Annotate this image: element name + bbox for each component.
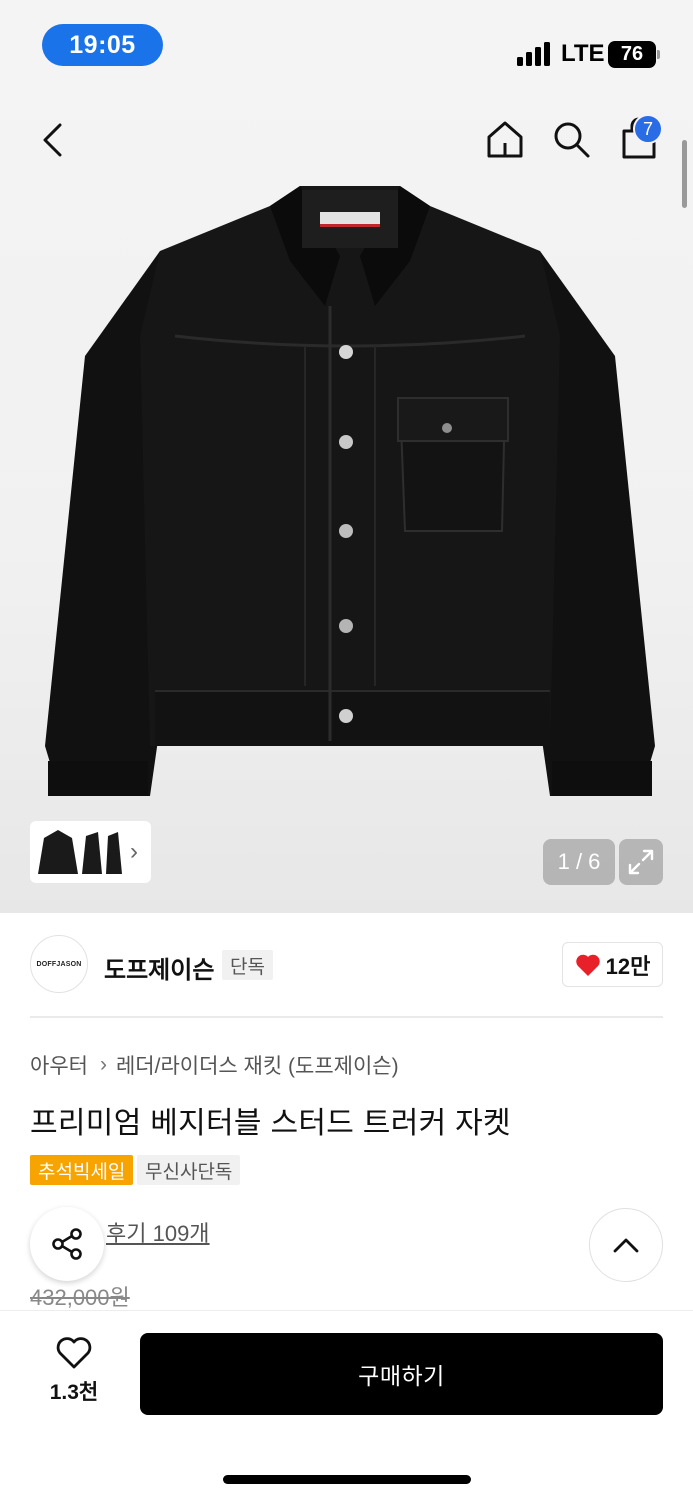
share-icon — [52, 1228, 82, 1260]
expand-icon — [628, 849, 654, 875]
home-button[interactable] — [480, 114, 530, 164]
brand-exclusive-tag: 단독 — [222, 950, 273, 980]
product-image[interactable] — [40, 186, 660, 826]
cart-count-badge: 7 — [633, 114, 663, 144]
brand-like-button[interactable]: 12만 — [562, 942, 663, 987]
expand-button[interactable] — [619, 839, 663, 885]
heart-filled-icon — [575, 954, 600, 976]
chevron-up-icon — [613, 1238, 639, 1253]
chevron-left-icon — [43, 123, 62, 157]
chevron-right-icon: › — [130, 838, 138, 865]
status-time: 19:05 — [42, 24, 163, 66]
sale-tag: 추석빅세일 — [30, 1155, 134, 1185]
wishlist-button[interactable]: 1.3천 — [36, 1336, 112, 1412]
search-button[interactable] — [546, 114, 596, 164]
buy-button[interactable]: 구매하기 — [140, 1333, 663, 1415]
back-button[interactable] — [30, 115, 76, 165]
wishlist-count: 1.3천 — [49, 1381, 99, 1404]
breadcrumb: 아우터 › 레더/라이더스 재킷 (도프제이슨) — [30, 1050, 399, 1080]
signal-icon — [517, 42, 555, 66]
network-type: LTE — [561, 40, 605, 67]
image-pager: 1 / 6 — [543, 839, 615, 885]
brand-logo[interactable]: DOFFJASON — [30, 935, 88, 993]
thumbnail-images — [38, 830, 122, 874]
heart-outline-icon — [56, 1337, 92, 1369]
exclusive-tag: 무신사단독 — [137, 1155, 241, 1185]
search-icon — [554, 122, 590, 158]
thumbnail-strip[interactable]: › — [30, 821, 151, 883]
product-title: 프리미엄 베지터블 스터드 트러커 자켓 — [30, 1107, 511, 1140]
original-price: 432,000원 — [30, 1285, 130, 1310]
brand-name[interactable]: 도프제이슨 — [104, 950, 214, 985]
scroll-indicator — [682, 140, 687, 208]
divider — [30, 1016, 663, 1018]
scroll-top-button[interactable] — [589, 1208, 663, 1282]
breadcrumb-item[interactable]: 아우터 — [30, 1050, 88, 1080]
battery-icon: 76 — [608, 41, 660, 68]
home-icon — [487, 121, 523, 158]
brand-logo-text: DOFFJASON — [36, 960, 82, 968]
breadcrumb-item[interactable]: 레더/라이더스 재킷 (도프제이슨) — [116, 1050, 399, 1080]
home-indicator — [223, 1475, 471, 1484]
review-link[interactable]: 후기 109개 — [106, 1216, 210, 1248]
share-button[interactable] — [30, 1207, 104, 1281]
chevron-right-icon: › — [99, 1053, 107, 1076]
brand-like-count: 12만 — [605, 953, 651, 979]
